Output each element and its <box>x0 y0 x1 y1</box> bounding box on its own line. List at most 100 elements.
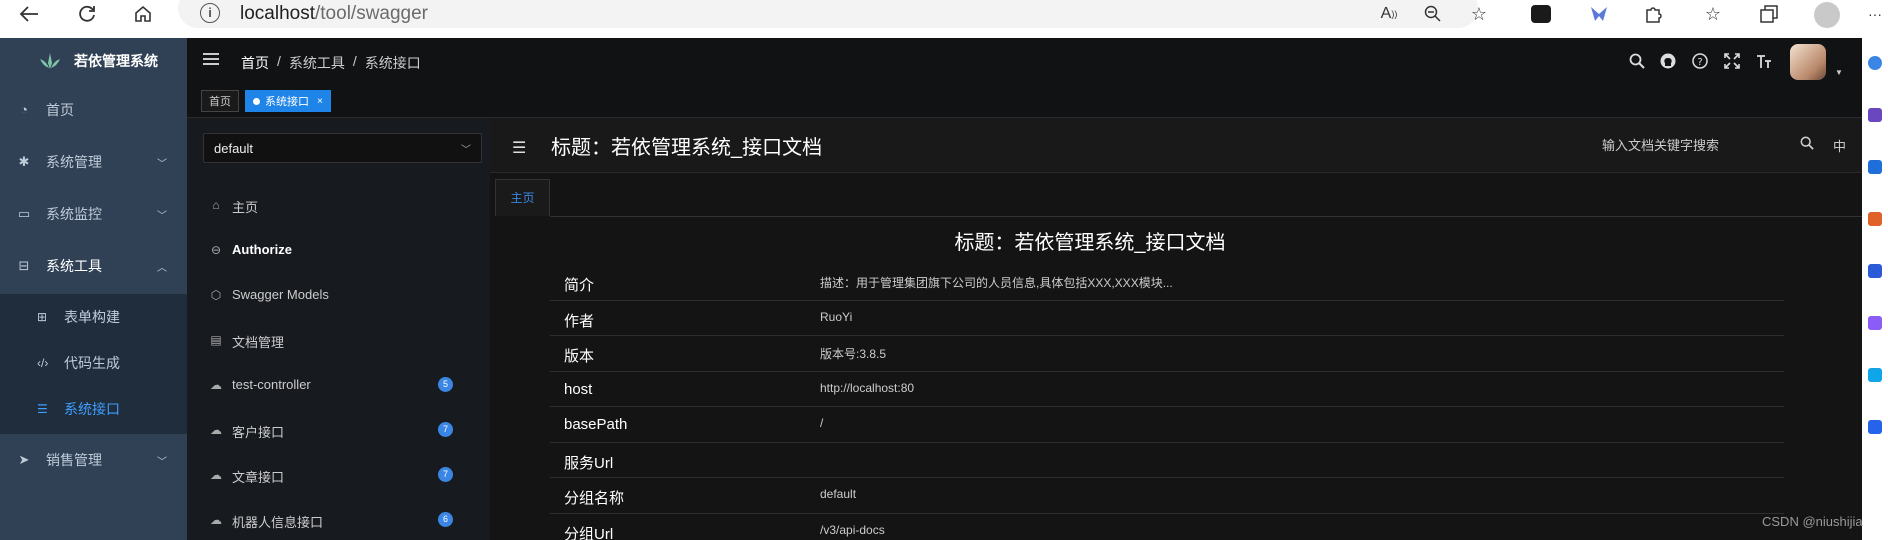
side-extension-icon[interactable] <box>1868 420 1882 434</box>
browser-side-panel <box>1862 38 1888 540</box>
doc-item-customer[interactable]: ☁ 客户接口 7 <box>187 408 490 453</box>
doc-item-label: 机器人信息接口 <box>232 515 324 530</box>
top-navbar: 首页 / 系统工具 / 系统接口 ? ▼ <box>187 38 1862 84</box>
group-select[interactable]: default ﹀ <box>203 133 482 163</box>
row-key: host <box>564 380 593 398</box>
extension-bird-icon[interactable] <box>1588 0 1610 28</box>
side-extension-icon[interactable] <box>1868 160 1882 174</box>
cloud-icon: ☁ <box>210 468 222 482</box>
sidebar-item-label: 代码生成 <box>64 355 120 371</box>
doc-item-home[interactable]: ⌂ 主页 <box>187 183 490 228</box>
side-extension-icon[interactable] <box>1868 316 1882 330</box>
app-title: 若依管理系统 <box>74 53 158 69</box>
sidebar-item-swagger[interactable]: ☰ 系统接口 <box>0 386 187 432</box>
font-size-icon[interactable] <box>1756 53 1772 69</box>
doc-item-robot[interactable]: ☁ 机器人信息接口 6 <box>187 498 490 540</box>
doc-search-input[interactable] <box>1602 138 1782 153</box>
table-row: 版本 版本号:3.8.5 <box>550 336 1784 372</box>
breadcrumb-tools: 系统工具 <box>288 55 345 71</box>
help-icon[interactable]: ? <box>1692 53 1708 69</box>
sidebar-item-form-build[interactable]: ⊞ 表单构建 <box>0 294 187 340</box>
list-icon: ☰ <box>37 402 48 416</box>
doc-item-label: Swagger Models <box>232 287 329 302</box>
sidebar-item-label: 系统工具 <box>46 258 102 274</box>
side-extension-icon[interactable] <box>1868 264 1882 278</box>
grid-icon: ⊞ <box>37 310 48 324</box>
sidebar-item-code-gen[interactable]: ‹/› 代码生成 <box>0 340 187 386</box>
puzzle-icon[interactable] <box>1642 0 1664 28</box>
side-copilot-icon[interactable] <box>1868 56 1882 70</box>
home-icon[interactable] <box>132 0 154 28</box>
sidebar-item-home[interactable]: ◔ 首页 <box>0 84 187 136</box>
sidebar-item-label: 表单构建 <box>64 309 120 325</box>
tab-home[interactable]: 主页 <box>495 179 550 216</box>
avatar[interactable] <box>1790 44 1826 80</box>
doc-item-test-controller[interactable]: ☁ test-controller 5 <box>187 363 490 408</box>
more-icon[interactable]: ··· <box>1864 0 1886 28</box>
extension-icon[interactable] <box>1530 0 1552 28</box>
url-text[interactable]: localhost/tool/swagger <box>240 3 428 25</box>
content-title: 标题：若依管理系统_接口文档 <box>954 232 1226 254</box>
sidebar-item-monitor[interactable]: ▭ 系统监控 ﹀ <box>0 188 187 240</box>
breadcrumb-separator: / <box>277 53 281 69</box>
sidebar-item-label: 销售管理 <box>46 452 102 468</box>
doc-item-label: 文档管理 <box>232 335 285 350</box>
menu-toggle-icon[interactable]: ☰ <box>512 138 526 158</box>
tab-divider <box>550 216 1862 217</box>
gear-icon: ✱ <box>18 154 30 169</box>
sidebar-item-sales[interactable]: ➤ 销售管理 ﹀ <box>0 434 187 486</box>
fullscreen-icon[interactable] <box>1724 53 1740 69</box>
tags-view: 首页 系统接口 × <box>187 84 1862 118</box>
logo: 若依管理系统 <box>0 38 187 84</box>
sidebar-item-tools[interactable]: ⊟ 系统工具 ︿ <box>0 240 187 292</box>
doc-item-article[interactable]: ☁ 文章接口 7 <box>187 453 490 498</box>
doc-item-docs[interactable]: ▤ 文档管理 <box>187 318 490 363</box>
doc-item-label: 文章接口 <box>232 470 285 485</box>
doc-sidebar: default ﹀ ⌂ 主页 ⊖ Authorize ⬡ Swagger Mod… <box>187 118 490 540</box>
doc-item-models[interactable]: ⬡ Swagger Models <box>187 273 490 318</box>
sidebar-item-label: 系统管理 <box>46 154 102 170</box>
search-icon[interactable] <box>1800 136 1814 153</box>
favorite-add-icon[interactable]: ☆ <box>1468 0 1490 28</box>
tag-home[interactable]: 首页 <box>201 90 239 112</box>
count-badge: 5 <box>438 377 453 392</box>
read-aloud-icon[interactable]: A)) <box>1378 0 1400 28</box>
site-info-icon[interactable]: i <box>200 3 220 23</box>
active-dot-icon <box>253 97 260 105</box>
group-select-value: default <box>214 141 254 156</box>
language-toggle[interactable]: 中 <box>1833 136 1846 155</box>
profile-icon[interactable] <box>1814 2 1840 28</box>
side-extension-icon[interactable] <box>1868 212 1882 226</box>
close-icon[interactable]: × <box>317 96 323 107</box>
sidebar-item-system[interactable]: ✱ 系统管理 ﹀ <box>0 136 187 188</box>
breadcrumb-separator: / <box>352 53 357 69</box>
side-extension-icon[interactable] <box>1868 108 1882 122</box>
favorites-icon[interactable]: ☆ <box>1702 0 1724 28</box>
doc-item-authorize[interactable]: ⊖ Authorize <box>187 228 490 273</box>
home-icon: ⌂ <box>212 198 220 212</box>
caret-down-icon[interactable]: ▼ <box>1835 68 1843 77</box>
hamburger-icon[interactable] <box>203 53 219 67</box>
table-row: host http://localhost:80 <box>550 372 1784 407</box>
row-value: / <box>820 416 824 430</box>
watermark: CSDN @niushijia <box>1762 514 1863 529</box>
row-key: 作者 <box>564 312 595 330</box>
lock-icon: ⊖ <box>210 243 222 257</box>
side-extension-icon[interactable] <box>1868 368 1882 382</box>
collections-icon[interactable] <box>1758 0 1780 28</box>
submenu: ⊞ 表单构建 ‹/› 代码生成 ☰ 系统接口 <box>0 294 187 434</box>
tag-swagger[interactable]: 系统接口 × <box>245 90 331 112</box>
search-icon[interactable] <box>1629 53 1645 69</box>
github-icon[interactable] <box>1660 53 1676 69</box>
breadcrumb-home[interactable]: 首页 <box>241 53 269 73</box>
cloud-icon: ☁ <box>210 513 222 527</box>
toolbox-icon: ⊟ <box>18 258 30 273</box>
chevron-up-icon: ︿ <box>157 262 167 274</box>
doc-main: ☰ 标题：若依管理系统_接口文档 中 主页 标题：若依管理系统_接口文档 简介 … <box>490 118 1862 540</box>
zoom-out-icon[interactable] <box>1422 0 1444 28</box>
refresh-icon[interactable] <box>76 0 98 28</box>
logo-icon <box>38 53 62 69</box>
back-icon[interactable] <box>18 0 40 28</box>
tag-label: 系统接口 <box>265 96 309 108</box>
chevron-down-icon: ﹀ <box>157 158 167 170</box>
